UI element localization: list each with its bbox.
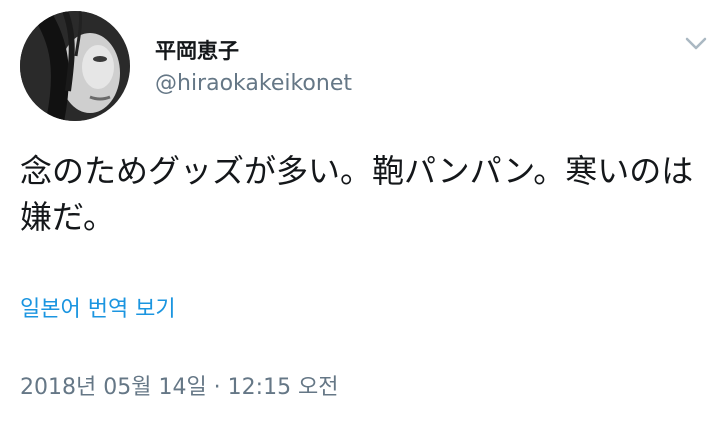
chevron-down-icon[interactable] [680, 30, 712, 56]
user-handle[interactable]: @hiraokakeikonet [155, 70, 352, 98]
translate-link[interactable]: 일본어 번역 보기 [20, 294, 176, 326]
tweet-text: 念のためグッズが多い。鞄パンパン。寒いのは嫌だ。 [20, 152, 694, 236]
avatar-photo-icon [20, 11, 130, 121]
display-name[interactable]: 平岡恵子 [155, 38, 239, 64]
tweet-timestamp[interactable]: 2018년 05월 14일 · 12:15 오전 [20, 372, 339, 404]
avatar[interactable] [20, 11, 130, 121]
tweet-card: 平岡恵子 @hiraokakeikonet 念のためグッズが多い。鞄パンパン。寒… [0, 0, 720, 422]
